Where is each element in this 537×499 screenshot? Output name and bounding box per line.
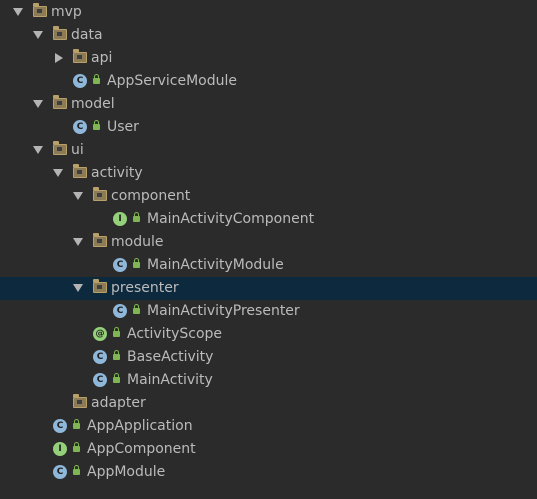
tree-node-app-component[interactable]: I AppComponent [0, 438, 537, 461]
tree-node-adapter[interactable]: adapter [0, 392, 537, 415]
class-icon: C [113, 304, 127, 318]
annotation-icon: @ [93, 327, 107, 341]
tree-node-label: User [107, 119, 139, 135]
tree-node-component[interactable]: component [0, 185, 537, 208]
public-access-icon [113, 373, 120, 383]
class-icon: C [53, 465, 67, 479]
tree-node-label: api [91, 50, 113, 66]
public-access-icon [93, 74, 100, 84]
tree-node-label: AppComponent [87, 441, 196, 457]
expand-arrow-icon[interactable] [73, 192, 83, 200]
tree-node-label: ui [71, 142, 84, 158]
interface-icon: I [53, 442, 67, 456]
collapse-arrow-icon[interactable] [55, 53, 63, 63]
package-folder-icon [73, 49, 87, 63]
package-folder-icon [93, 233, 107, 247]
tree-node-main-activity[interactable]: C MainActivity [0, 369, 537, 392]
tree-node-app-service-module[interactable]: C AppServiceModule [0, 70, 537, 93]
tree-node-label: MainActivity [127, 372, 213, 388]
tree-node-api[interactable]: api [0, 47, 537, 70]
tree-node-presenter[interactable]: presenter [0, 277, 537, 300]
package-folder-icon [73, 164, 87, 178]
expand-arrow-icon[interactable] [33, 100, 43, 108]
tree-node-mvp[interactable]: mvp [0, 1, 537, 24]
public-access-icon [133, 304, 140, 314]
public-access-icon [133, 258, 140, 268]
package-folder-icon [53, 95, 67, 109]
tree-node-app-module[interactable]: C AppModule [0, 461, 537, 484]
tree-node-label: model [71, 96, 115, 112]
tree-node-label: AppModule [87, 464, 166, 480]
package-folder-icon [53, 26, 67, 40]
tree-node-label: AppApplication [87, 418, 193, 434]
expand-arrow-icon[interactable] [53, 169, 63, 177]
project-tree: mvp data api C AppServiceModule model C … [0, 0, 537, 499]
tree-node-user[interactable]: C User [0, 116, 537, 139]
tree-node-app-application[interactable]: C AppApplication [0, 415, 537, 438]
tree-node-data[interactable]: data [0, 24, 537, 47]
tree-node-label: AppServiceModule [107, 73, 237, 89]
expand-arrow-icon[interactable] [33, 146, 43, 154]
tree-node-label: MainActivityComponent [147, 211, 315, 227]
tree-node-label: component [111, 188, 191, 204]
package-folder-icon [73, 394, 87, 408]
package-folder-icon [93, 187, 107, 201]
public-access-icon [113, 350, 120, 360]
class-icon: C [53, 419, 67, 433]
public-access-icon [113, 327, 120, 337]
tree-node-main-activity-component[interactable]: I MainActivityComponent [0, 208, 537, 231]
public-access-icon [73, 465, 80, 475]
package-folder-icon [33, 3, 47, 17]
tree-node-label: ActivityScope [127, 326, 223, 342]
tree-node-ui[interactable]: ui [0, 139, 537, 162]
tree-node-base-activity[interactable]: C BaseActivity [0, 346, 537, 369]
tree-node-label: MainActivityModule [147, 257, 284, 273]
public-access-icon [73, 419, 80, 429]
tree-node-label: mvp [51, 4, 82, 20]
tree-node-main-activity-module[interactable]: C MainActivityModule [0, 254, 537, 277]
abstract-class-icon: C [93, 350, 107, 364]
tree-node-model[interactable]: model [0, 93, 537, 116]
class-icon: C [113, 258, 127, 272]
public-access-icon [93, 120, 100, 130]
expand-arrow-icon[interactable] [13, 8, 23, 16]
tree-node-label: data [71, 27, 103, 43]
class-icon: C [73, 74, 87, 88]
class-icon: C [73, 120, 87, 134]
tree-node-module[interactable]: module [0, 231, 537, 254]
class-icon: C [93, 373, 107, 387]
tree-node-activity[interactable]: activity [0, 162, 537, 185]
tree-node-activity-scope[interactable]: @ ActivityScope [0, 323, 537, 346]
tree-node-label: activity [91, 165, 143, 181]
tree-node-label: presenter [111, 280, 179, 296]
tree-node-main-activity-presenter[interactable]: C MainActivityPresenter [0, 300, 537, 323]
package-folder-icon [93, 279, 107, 293]
tree-node-label: BaseActivity [127, 349, 214, 365]
package-folder-icon [53, 141, 67, 155]
public-access-icon [73, 442, 80, 452]
tree-node-label: adapter [91, 395, 146, 411]
tree-node-label: MainActivityPresenter [147, 303, 300, 319]
expand-arrow-icon[interactable] [73, 238, 83, 246]
expand-arrow-icon[interactable] [73, 284, 83, 292]
expand-arrow-icon[interactable] [33, 31, 43, 39]
public-access-icon [133, 212, 140, 222]
tree-node-label: module [111, 234, 164, 250]
interface-icon: I [113, 212, 127, 226]
